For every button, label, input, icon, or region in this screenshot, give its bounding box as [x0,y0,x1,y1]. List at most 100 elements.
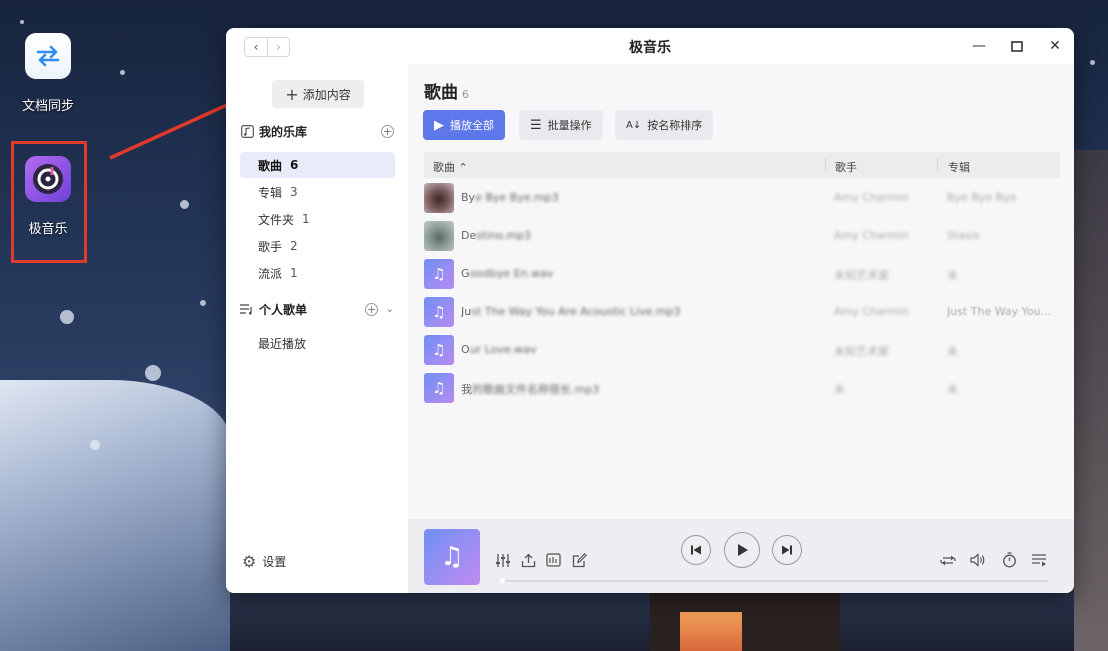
sidebar-item-albums[interactable]: 专辑 3 [240,179,395,205]
playlist-icon [240,302,254,316]
song-title-rest: 的歌曲文件名称很长.mp3 [472,383,600,396]
maximize-icon[interactable] [1008,37,1026,55]
sidebar-item-count: 3 [290,185,298,199]
sidebar-item-recent[interactable]: 最近播放 [240,330,395,356]
song-count: 6 [462,88,469,101]
sidebar-item-label: 流派 [258,266,283,281]
sort-by-name-button[interactable]: A↓ 按名称排序 [615,110,714,140]
column-header-song[interactable]: 歌曲 ⌃ [433,159,468,175]
sidebar-item-count: 6 [290,158,299,172]
snowflake [1090,60,1095,65]
chevron-down-icon[interactable]: ⌄ [386,304,394,315]
lit-window [680,612,742,651]
snowy-landscape [0,380,230,651]
sidebar-item-folders[interactable]: 文件夹 1 [240,206,395,232]
table-row[interactable]: Destino.mp3 Amy Charmin Stasis [424,218,1060,254]
song-title-rest: stino.mp3 [476,229,532,242]
table-row[interactable]: Bye Bye Bye.mp3 Amy Charmin Bye Bye Bye [424,180,1060,216]
snowflake [20,20,24,24]
sidebar-item-count: 2 [290,239,298,253]
snowflake [120,70,125,75]
library-header: 我的乐库 + [240,122,396,140]
music-library-icon [240,124,254,138]
page-title-text: 歌曲 [424,83,458,103]
album-art-thumbnail [424,183,454,213]
song-title-lead: 我 [461,383,472,396]
playback-progress-bar[interactable] [500,578,1048,583]
sidebar: + 添加内容 我的乐库 + 歌曲 6 专辑 3 文件夹 1 歌手 2 流派 1 … [226,64,408,593]
repeat-icon[interactable] [939,551,957,569]
song-title-rest: oodbye En.wav [469,267,554,280]
volume-icon[interactable] [969,551,987,569]
add-playlist-icon[interactable]: + [365,302,378,316]
song-artist: 未 [834,383,845,396]
batch-label: 批量操作 [547,119,592,132]
minimize-icon[interactable]: — [970,37,988,55]
song-title: Bye Bye Bye.mp3 [461,191,821,204]
equalizer-icon[interactable] [494,551,512,569]
plus-icon: + [285,84,299,104]
sidebar-item-label: 歌手 [258,239,283,254]
table-row[interactable]: ♫ Just The Way You Are Acoustic Live.mp3… [424,294,1060,330]
sidebar-item-count: 1 [290,266,298,280]
song-title-lead: Ju [461,305,472,318]
playlists-header-label: 个人歌单 [259,302,308,317]
play-all-button[interactable]: ▶ 播放全部 [423,110,505,140]
snowflake [90,440,100,450]
house-roof-right [1074,150,1108,651]
timer-icon[interactable] [1000,551,1018,569]
sidebar-item-label: 专辑 [258,185,283,200]
add-content-button[interactable]: + 添加内容 [272,80,364,108]
snowflake [200,300,206,306]
add-library-icon[interactable]: + [381,124,394,138]
list-icon: ☰ [530,117,542,133]
table-row[interactable]: ♫ 我的歌曲文件名称很长.mp3 未 未 [424,370,1060,406]
song-title-lead: By [461,191,476,204]
queue-icon[interactable] [1030,551,1048,569]
song-title-rest: e Bye Bye.mp3 [475,191,559,204]
table-row[interactable]: ♫ Goodbye En.wav 未知艺术家 未 [424,256,1060,292]
close-icon[interactable]: ✕ [1046,37,1064,55]
sidebar-item-genres[interactable]: 流派 1 [240,260,395,286]
song-album: 未 [947,269,958,282]
play-pause-button[interactable] [724,532,760,568]
sidebar-item-label: 最近播放 [258,336,307,351]
next-track-button[interactable] [772,535,802,565]
song-album: 未 [947,383,958,396]
play-icon: ▶ [434,117,444,133]
sidebar-item-artists[interactable]: 歌手 2 [240,233,395,259]
song-album: Stasis [947,229,980,242]
table-row[interactable]: ♫ Our Love.wav 未知艺术家 未 [424,332,1060,368]
progress-handle[interactable] [500,578,505,583]
column-header-artist[interactable]: 歌手 [835,159,857,175]
window-title: 极音乐 [629,40,671,56]
share-icon[interactable] [519,551,537,569]
song-artist: 未知艺术家 [834,269,889,282]
title-bar: ‹ › 极音乐 — ✕ [226,28,1074,64]
sidebar-item-label: 歌曲 [258,158,283,173]
settings-button[interactable]: ⚙ 设置 [242,552,286,571]
snowflake [60,310,74,324]
library-header-label: 我的乐库 [259,124,308,139]
music-note-icon: ♫ [424,373,454,403]
music-note-icon: ♫ [424,259,454,289]
house-silhouette [650,593,840,651]
now-playing-cover: ♫ [424,529,480,585]
edit-icon[interactable] [570,551,588,569]
song-album: Bye Bye Bye [947,191,1017,204]
song-album: Just The Way You... [947,305,1052,318]
sync-arrows-icon [25,33,71,79]
song-title: Destino.mp3 [461,229,821,242]
page-title: 歌曲 6 [424,78,469,103]
previous-track-button[interactable] [681,535,711,565]
song-title: Just The Way You Are Acoustic Live.mp3 [461,305,821,318]
desktop-icon-doc-sync[interactable]: 文档同步 [8,33,88,114]
sidebar-item-songs[interactable]: 歌曲 6 [240,152,395,178]
sidebar-item-count: 1 [302,212,310,226]
main-content: 歌曲 6 ▶ 播放全部 ☰ 批量操作 A↓ 按名称排序 歌曲 ⌃ 歌手 专辑 By… [408,64,1074,519]
song-title-rest: st The Way You Are Acoustic Live.mp3 [471,305,681,318]
column-header-album[interactable]: 专辑 [948,159,970,175]
batch-operation-button[interactable]: ☰ 批量操作 [519,110,603,140]
sort-icon: A↓ [626,119,642,131]
lyrics-icon[interactable] [544,551,562,569]
